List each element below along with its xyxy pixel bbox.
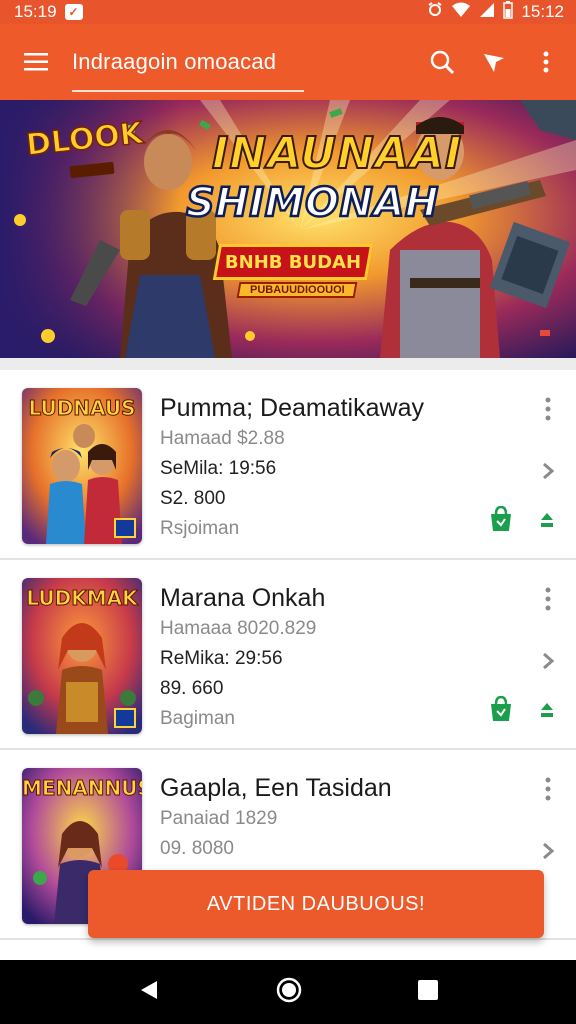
title-underline [72, 90, 304, 92]
thumbnail-logo: MENANNUS [22, 776, 142, 801]
item-price: 09. 8080 [160, 838, 234, 859]
banner-ribbon: BNHB BUDAH [212, 244, 374, 280]
section-divider [0, 358, 576, 370]
item-details: Pumma; Deamatikaway Hamaad $2.88 SeMila:… [160, 392, 520, 544]
status-right: 15:12 [427, 0, 564, 24]
thumbnail-logo: LUDKMAK [26, 586, 138, 611]
item-meta: SeMila: 19:56 [160, 458, 277, 479]
back-icon[interactable] [137, 978, 161, 1007]
search-icon[interactable] [426, 46, 458, 78]
list-item[interactable]: LUDNAUS Pumma; Deamatikaway Hamaad $2.88… [0, 370, 576, 560]
arrow-up-icon[interactable] [540, 702, 554, 718]
system-nav-bar [0, 960, 576, 1024]
more-options-icon[interactable] [540, 586, 556, 612]
alarm-icon [427, 1, 443, 23]
battery-icon [503, 0, 514, 24]
signal-icon [479, 2, 495, 23]
item-footer: Rsjoiman [160, 518, 240, 539]
status-time: 15:19 [14, 2, 57, 21]
thumbnail-badge [114, 708, 136, 728]
app-bar-actions [426, 24, 562, 100]
cta-button[interactable]: AVTIDEN DAUBUOUS! [88, 870, 544, 938]
app-bar: Indraagoin omoacad [0, 24, 576, 100]
item-price: S2. 800 [160, 488, 226, 509]
item-details: Marana Onkah Hamaaa 8020.829 ReMika: 29:… [160, 582, 520, 734]
item-title: Marana Onkah [160, 584, 326, 612]
status-clock: 15:12 [521, 2, 564, 21]
thumbnail-badge [114, 518, 136, 538]
item-price: 89. 660 [160, 678, 224, 699]
banner-title-line1: INAUNAAI [211, 127, 463, 180]
banner-title-line2: SHIMONAH [185, 179, 440, 228]
item-title: Pumma; Deamatikaway [160, 394, 424, 422]
list-item[interactable]: LUDKMAK Marana Onkah Hamaaa 8020.829 ReM… [0, 560, 576, 750]
cast-icon[interactable] [478, 46, 510, 78]
more-options-icon[interactable] [540, 776, 556, 802]
game-list: LUDNAUS Pumma; Deamatikaway Hamaad $2.88… [0, 370, 576, 940]
chevron-right-icon[interactable] [540, 650, 556, 672]
item-subtitle: Hamaad $2.88 [160, 428, 285, 449]
arrow-up-icon[interactable] [540, 512, 554, 528]
app-title-container[interactable]: Indraagoin omoacad [72, 24, 304, 100]
app-title: Indraagoin omoacad [72, 49, 277, 74]
chevron-right-icon[interactable] [540, 840, 556, 862]
item-subtitle: Panaiad 1829 [160, 808, 278, 829]
menu-icon[interactable] [0, 24, 72, 100]
banner-ribbon-text: BNHB BUDAH [224, 251, 362, 273]
item-subtitle: Hamaaa 8020.829 [160, 618, 317, 639]
hero-banner[interactable]: DLOOK INAUNAAI SHIMONAH BNHB BUDAH PUBAU… [0, 100, 576, 358]
app-screen: 15:19 ✓ 15:12 Indraagoin omoacad DLOOK I… [0, 0, 576, 1024]
shopping-bag-icon[interactable] [488, 695, 514, 722]
notification-icon: ✓ [64, 4, 83, 20]
status-left: 15:19 ✓ [14, 2, 83, 22]
item-footer: Bagiman [160, 708, 235, 729]
overflow-menu-icon[interactable] [530, 46, 562, 78]
more-options-icon[interactable] [540, 396, 556, 422]
banner-ribbon-sub: PUBAUUDIOOUOI [236, 282, 358, 298]
item-meta: ReMika: 29:56 [160, 648, 283, 669]
item-details: Gaapla, Een Tasidan Panaiad 1829 09. 808… [160, 772, 520, 864]
home-icon[interactable] [275, 976, 303, 1009]
chevron-right-icon[interactable] [540, 460, 556, 482]
status-bar: 15:19 ✓ 15:12 [0, 0, 576, 24]
game-thumbnail[interactable]: LUDKMAK [22, 578, 142, 734]
recents-icon[interactable] [417, 979, 439, 1006]
wifi-icon [451, 2, 471, 23]
shopping-bag-icon[interactable] [488, 505, 514, 532]
thumbnail-logo: LUDNAUS [28, 396, 136, 421]
item-title: Gaapla, Een Tasidan [160, 774, 392, 802]
banner-ribbon-sub-text: PUBAUUDIOOUOI [249, 284, 345, 296]
game-thumbnail[interactable]: LUDNAUS [22, 388, 142, 544]
